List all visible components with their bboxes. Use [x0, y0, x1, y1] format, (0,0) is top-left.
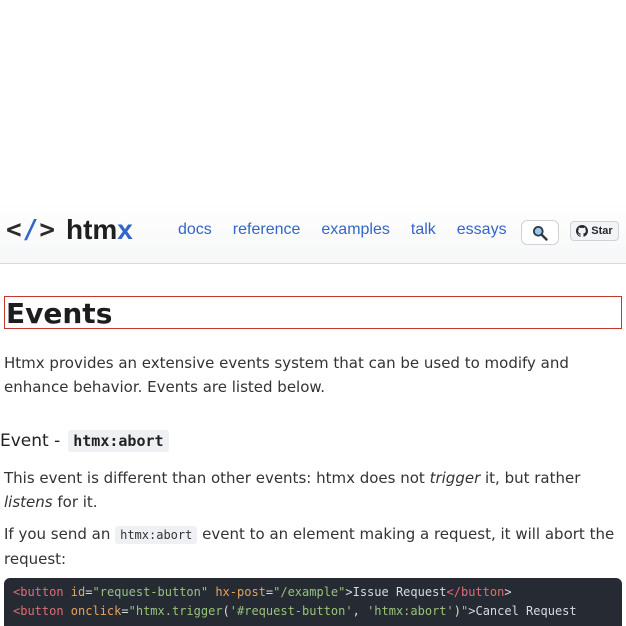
event-heading-code: htmx:abort: [68, 430, 169, 452]
github-star-button[interactable]: Star: [570, 221, 619, 241]
event-description: This event is different than other event…: [4, 466, 622, 514]
nav-link-examples[interactable]: examples: [321, 221, 389, 239]
send-text-1: If you send an: [4, 525, 116, 543]
desc-em-trigger: trigger: [429, 469, 481, 487]
code-example: <button id="request-button" hx-post="/ex…: [4, 578, 622, 626]
desc-em-listens: listens: [4, 493, 53, 511]
main-nav: docs reference examples talk essays: [178, 221, 528, 239]
magnifier-icon: [533, 225, 548, 241]
desc-text-3: for it.: [52, 493, 98, 511]
code-line-2: <button onclick="htmx.trigger('#request-…: [13, 604, 577, 618]
nav-link-talk[interactable]: talk: [411, 221, 436, 239]
desc-text-2: it, but rather: [480, 469, 581, 487]
blank-area: [0, 0, 626, 200]
nav-link-reference[interactable]: reference: [233, 221, 301, 239]
nav-link-essays[interactable]: essays: [457, 221, 507, 239]
logo-code-icon: </>: [6, 215, 56, 245]
inline-code-htmx-abort: htmx:abort: [115, 526, 198, 544]
abort-usage-paragraph: If you send an htmx:abort event to an el…: [4, 522, 622, 571]
github-icon: [576, 225, 589, 237]
intro-paragraph: Htmx provides an extensive events system…: [4, 354, 569, 396]
logo-wordmark: htmx: [65, 214, 133, 245]
desc-text-1: This event is different than other event…: [4, 469, 430, 487]
search-button[interactable]: [521, 220, 559, 245]
htmx-logo[interactable]: </> htmx: [6, 212, 133, 248]
event-heading: Event - htmx:abort: [0, 430, 622, 452]
main-content: Events Htmx provides an extensive events…: [0, 296, 622, 571]
event-heading-prefix: Event -: [0, 431, 61, 451]
page-title: Events: [4, 296, 622, 330]
nav-link-docs[interactable]: docs: [178, 221, 212, 239]
star-label: Star: [591, 225, 613, 237]
code-line-1: <button id="request-button" hx-post="/ex…: [13, 585, 512, 599]
